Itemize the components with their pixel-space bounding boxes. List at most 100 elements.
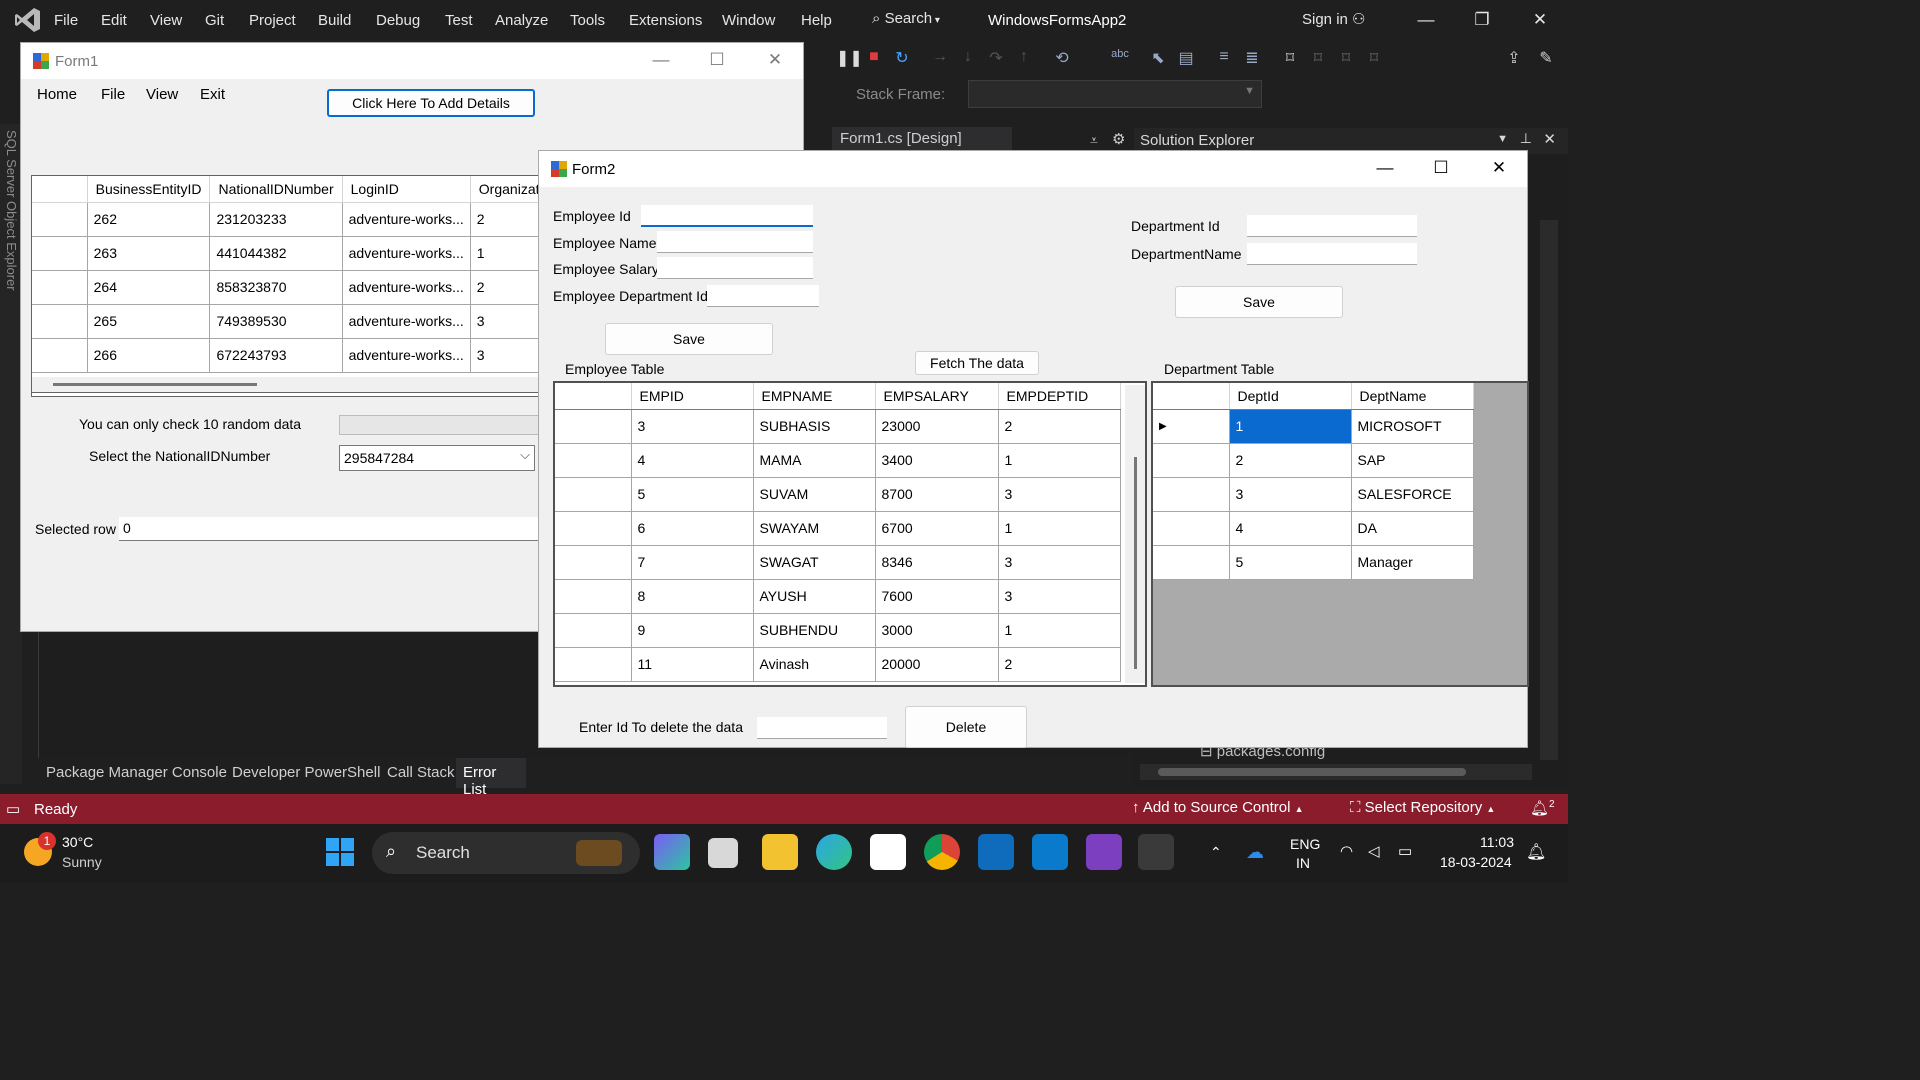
form1-maximize-button[interactable]: ☐ <box>695 45 739 75</box>
grid-cell[interactable]: 8700 <box>875 477 999 512</box>
grid-cell[interactable]: 4 <box>1229 511 1352 546</box>
notification-bell-icon[interactable]: 🔔︎ <box>1526 842 1546 862</box>
selected-row-field[interactable]: 0 <box>119 517 549 541</box>
notifications-button[interactable]: 🔔︎2 <box>1530 799 1555 817</box>
add-source-control-button[interactable]: ↑ Add to Source Control ▲ <box>1132 799 1304 816</box>
grid-cell[interactable]: 1 <box>998 511 1121 546</box>
col-header-empdeptid[interactable]: EMPDEPTID <box>998 383 1121 410</box>
row-header[interactable] <box>555 443 632 478</box>
department-id-input[interactable] <box>1247 215 1417 237</box>
taskbar-search-box[interactable]: ⌕ Search <box>372 832 640 874</box>
tab-error-list[interactable]: Error List <box>456 758 526 798</box>
bookmark-next-icon[interactable]: ⌑ <box>1336 48 1356 68</box>
row-header-current[interactable]: ▶ <box>1153 409 1230 444</box>
tab-developer-powershell[interactable]: Developer PowerShell <box>232 764 380 781</box>
delete-button[interactable]: Delete <box>905 706 1027 748</box>
row-header[interactable] <box>1153 443 1230 478</box>
row-header[interactable] <box>555 511 632 546</box>
col-header-nationalidnumber[interactable]: NationalIDNumber <box>209 176 343 203</box>
vs-restore-button[interactable]: ❐ <box>1462 6 1502 34</box>
employee-id-input[interactable] <box>641 205 813 227</box>
winforms-app-icon[interactable] <box>1138 834 1174 870</box>
form1-menu-view[interactable]: View <box>146 86 178 103</box>
grid-cell[interactable]: MICROSOFT <box>1351 409 1474 444</box>
table-row[interactable]: 2 SAP <box>1153 443 1474 478</box>
table-row[interactable]: 264 858323870 adventure-works... 2 <box>32 270 550 305</box>
menu-view[interactable]: View <box>150 12 182 29</box>
grid-cell[interactable]: 1 <box>998 443 1121 478</box>
windows-start-icon[interactable] <box>326 838 354 866</box>
form1-titlebar[interactable]: Form1 — ☐ ✕ <box>21 43 803 79</box>
table-row[interactable]: 262 231203233 adventure-works... 2 <box>32 202 550 237</box>
col-header-loginid[interactable]: LoginID <box>342 176 471 203</box>
tab-package-manager-console[interactable]: Package Manager Console <box>46 764 227 781</box>
grid-cell[interactable]: 3 <box>998 579 1121 614</box>
pause-icon[interactable]: ❚❚ <box>836 48 863 68</box>
grid-cell[interactable]: 2 <box>1229 443 1352 478</box>
form2-close-button[interactable]: ✕ <box>1477 153 1521 183</box>
department-save-button[interactable]: Save <box>1175 286 1343 318</box>
bookmark-clear-icon[interactable]: ⌑ <box>1364 48 1384 68</box>
delete-id-input[interactable] <box>757 717 887 739</box>
grid-cell[interactable]: 672243793 <box>209 338 343 373</box>
wifi-icon[interactable]: ◠ <box>1340 842 1353 860</box>
lang-eng[interactable]: ENG <box>1290 836 1320 852</box>
solution-explorer-vscrollbar[interactable] <box>1540 220 1558 760</box>
menu-analyze[interactable]: Analyze <box>495 12 548 29</box>
vs-search-button[interactable]: ⌕ Search ▾ <box>872 10 940 27</box>
menu-git[interactable]: Git <box>205 12 224 29</box>
step-into-icon[interactable]: ↓ <box>958 48 978 68</box>
tab-call-stack[interactable]: Call Stack <box>387 764 455 781</box>
employee-save-button[interactable]: Save <box>605 323 773 355</box>
grid-cell[interactable]: 3 <box>998 477 1121 512</box>
lang-in[interactable]: IN <box>1296 855 1310 871</box>
grid-cell[interactable]: SWAYAM <box>753 511 876 546</box>
grid-cell[interactable]: 7600 <box>875 579 999 614</box>
grid-cell-selected[interactable]: 1 <box>1229 409 1352 444</box>
grid-cell[interactable]: adventure-works... <box>342 270 471 305</box>
tab-list-icon[interactable]: ⩡ <box>1090 132 1098 149</box>
hscroll-thumb[interactable] <box>1158 768 1466 776</box>
grid-cell[interactable]: 3000 <box>875 613 999 648</box>
grid-cell[interactable]: 264 <box>87 270 211 305</box>
row-header[interactable] <box>1153 511 1230 546</box>
clock-time[interactable]: 11:03 <box>1480 834 1514 850</box>
menu-edit[interactable]: Edit <box>101 12 127 29</box>
close-icon[interactable]: ✕ <box>1543 130 1556 148</box>
row-header[interactable] <box>1153 545 1230 580</box>
grid-cell[interactable]: adventure-works... <box>342 202 471 237</box>
weather-temp[interactable]: 30°C <box>62 834 93 850</box>
menu-window[interactable]: Window <box>722 12 775 29</box>
nationalid-combobox[interactable]: 295847284 ⌵ <box>339 445 535 471</box>
bookmark-icon[interactable]: ⌑ <box>1280 48 1300 68</box>
grid-cell[interactable]: 6 <box>631 511 754 546</box>
spell-check-icon[interactable]: abc <box>1110 48 1130 68</box>
weather-condition[interactable]: Sunny <box>62 854 102 870</box>
department-data-grid[interactable]: DeptId DeptName ▶ 1 MICROSOFT 2 SAP 3 SALESF… <box>1151 381 1529 687</box>
row-header[interactable] <box>555 579 632 614</box>
col-header-empname[interactable]: EMPNAME <box>753 383 876 410</box>
menu-file[interactable]: File <box>54 12 78 29</box>
visual-studio-icon[interactable] <box>1086 834 1122 870</box>
form2-minimize-button[interactable]: — <box>1363 153 1407 183</box>
chrome-icon[interactable] <box>924 834 960 870</box>
grid-cell[interactable]: 2 <box>998 647 1121 682</box>
microsoft-store-icon[interactable] <box>870 834 906 870</box>
chevron-down-icon[interactable]: ⌵ <box>520 447 530 463</box>
show-next-statement-icon[interactable]: → <box>930 48 950 68</box>
row-header[interactable] <box>1153 477 1230 512</box>
grid-cell[interactable]: 441044382 <box>209 236 343 271</box>
grid-cell[interactable]: 263 <box>87 236 211 271</box>
grid-cell[interactable]: 749389530 <box>209 304 343 339</box>
table-row[interactable]: ▶ 1 MICROSOFT <box>1153 409 1474 444</box>
grid-cell[interactable]: SAP <box>1351 443 1474 478</box>
form1-menu-exit[interactable]: Exit <box>200 86 225 103</box>
grid-cell[interactable]: SUBHASIS <box>753 409 876 444</box>
stop-icon[interactable]: ■ <box>864 48 884 68</box>
chevron-up-icon[interactable]: ⌃ <box>1210 844 1222 861</box>
row-header[interactable] <box>32 338 88 373</box>
grid-cell[interactable]: 23000 <box>875 409 999 444</box>
restart-icon[interactable]: ↻ <box>892 48 912 68</box>
menu-project[interactable]: Project <box>249 12 296 29</box>
row-header[interactable] <box>555 613 632 648</box>
